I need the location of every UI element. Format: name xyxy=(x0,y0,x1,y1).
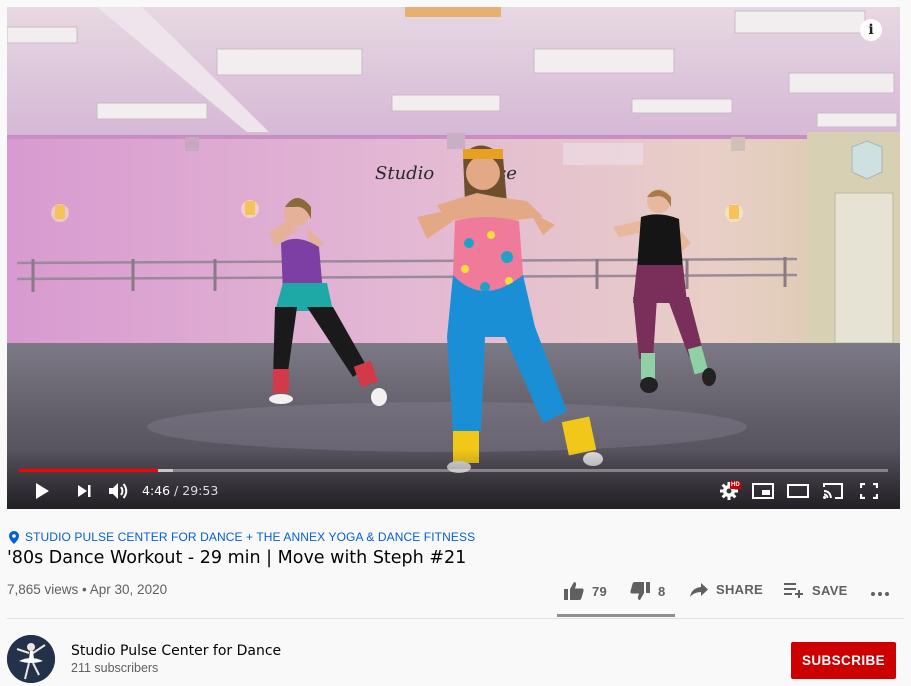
duration: 29:53 xyxy=(182,483,219,498)
upload-date: Apr 30, 2020 xyxy=(89,582,168,597)
share-label: SHARE xyxy=(716,582,764,597)
sentiment-bar xyxy=(557,614,675,617)
subscribe-button[interactable]: SUBSCRIBE xyxy=(791,642,896,679)
fullscreen-icon xyxy=(860,483,878,499)
miniplayer-icon xyxy=(752,483,774,499)
video-frame: Studio se xyxy=(7,7,900,509)
time-separator: / xyxy=(170,483,183,498)
cast-button[interactable] xyxy=(820,478,846,504)
info-icon[interactable]: i xyxy=(860,19,882,41)
stats-separator: • xyxy=(78,582,90,597)
more-actions-button[interactable] xyxy=(870,584,898,600)
hd-badge: HD xyxy=(730,481,741,489)
section-divider xyxy=(7,618,904,619)
thumbs-down-icon xyxy=(630,582,650,600)
like-count: 79 xyxy=(592,583,608,599)
location-text: STUDIO PULSE CENTER FOR DANCE + THE ANNE… xyxy=(25,530,476,544)
location-pin-icon xyxy=(9,530,19,544)
sentiment-likes xyxy=(557,614,664,617)
like-button[interactable]: 79 xyxy=(564,582,607,600)
video-player[interactable]: Studio se i 4:46 / 29:53 HD xyxy=(7,7,900,509)
ballerina-avatar-image xyxy=(7,635,55,683)
location-link[interactable]: STUDIO PULSE CENTER FOR DANCE + THE ANNE… xyxy=(9,530,475,544)
miniplayer-button[interactable] xyxy=(750,478,776,504)
play-button[interactable] xyxy=(29,478,55,504)
subscriber-count: 211 subscribers xyxy=(71,661,159,675)
share-icon xyxy=(690,582,708,597)
share-button[interactable]: SHARE xyxy=(690,582,763,597)
progress-played xyxy=(19,469,159,472)
time-display: 4:46 / 29:53 xyxy=(142,483,218,498)
svg-text:Studio: Studio xyxy=(375,163,434,184)
playlist-add-icon xyxy=(784,583,803,598)
volume-icon xyxy=(109,483,128,499)
volume-button[interactable] xyxy=(105,478,131,504)
video-title: '80s Dance Workout - 29 min | Move with … xyxy=(7,548,467,568)
more-horizontal-icon xyxy=(871,592,889,596)
dislike-button[interactable]: 8 xyxy=(630,582,666,600)
view-count: 7,865 views xyxy=(7,582,79,597)
current-time: 4:46 xyxy=(142,483,171,498)
save-label: SAVE xyxy=(812,582,848,598)
video-stats: 7,865 views • Apr 30, 2020 xyxy=(7,582,167,597)
theater-icon xyxy=(787,484,809,498)
skip-next-icon xyxy=(78,485,91,497)
channel-avatar[interactable] xyxy=(7,635,55,683)
fullscreen-button[interactable] xyxy=(856,478,882,504)
cast-icon xyxy=(823,483,843,499)
progress-bar[interactable] xyxy=(19,469,888,472)
dislike-count: 8 xyxy=(658,583,666,599)
channel-name[interactable]: Studio Pulse Center for Dance xyxy=(71,643,281,659)
next-button[interactable] xyxy=(71,478,97,504)
save-button[interactable]: SAVE xyxy=(784,582,848,598)
play-icon xyxy=(36,483,49,499)
thumbs-up-icon xyxy=(564,582,584,600)
theater-mode-button[interactable] xyxy=(785,478,811,504)
settings-button[interactable]: HD xyxy=(716,478,742,504)
